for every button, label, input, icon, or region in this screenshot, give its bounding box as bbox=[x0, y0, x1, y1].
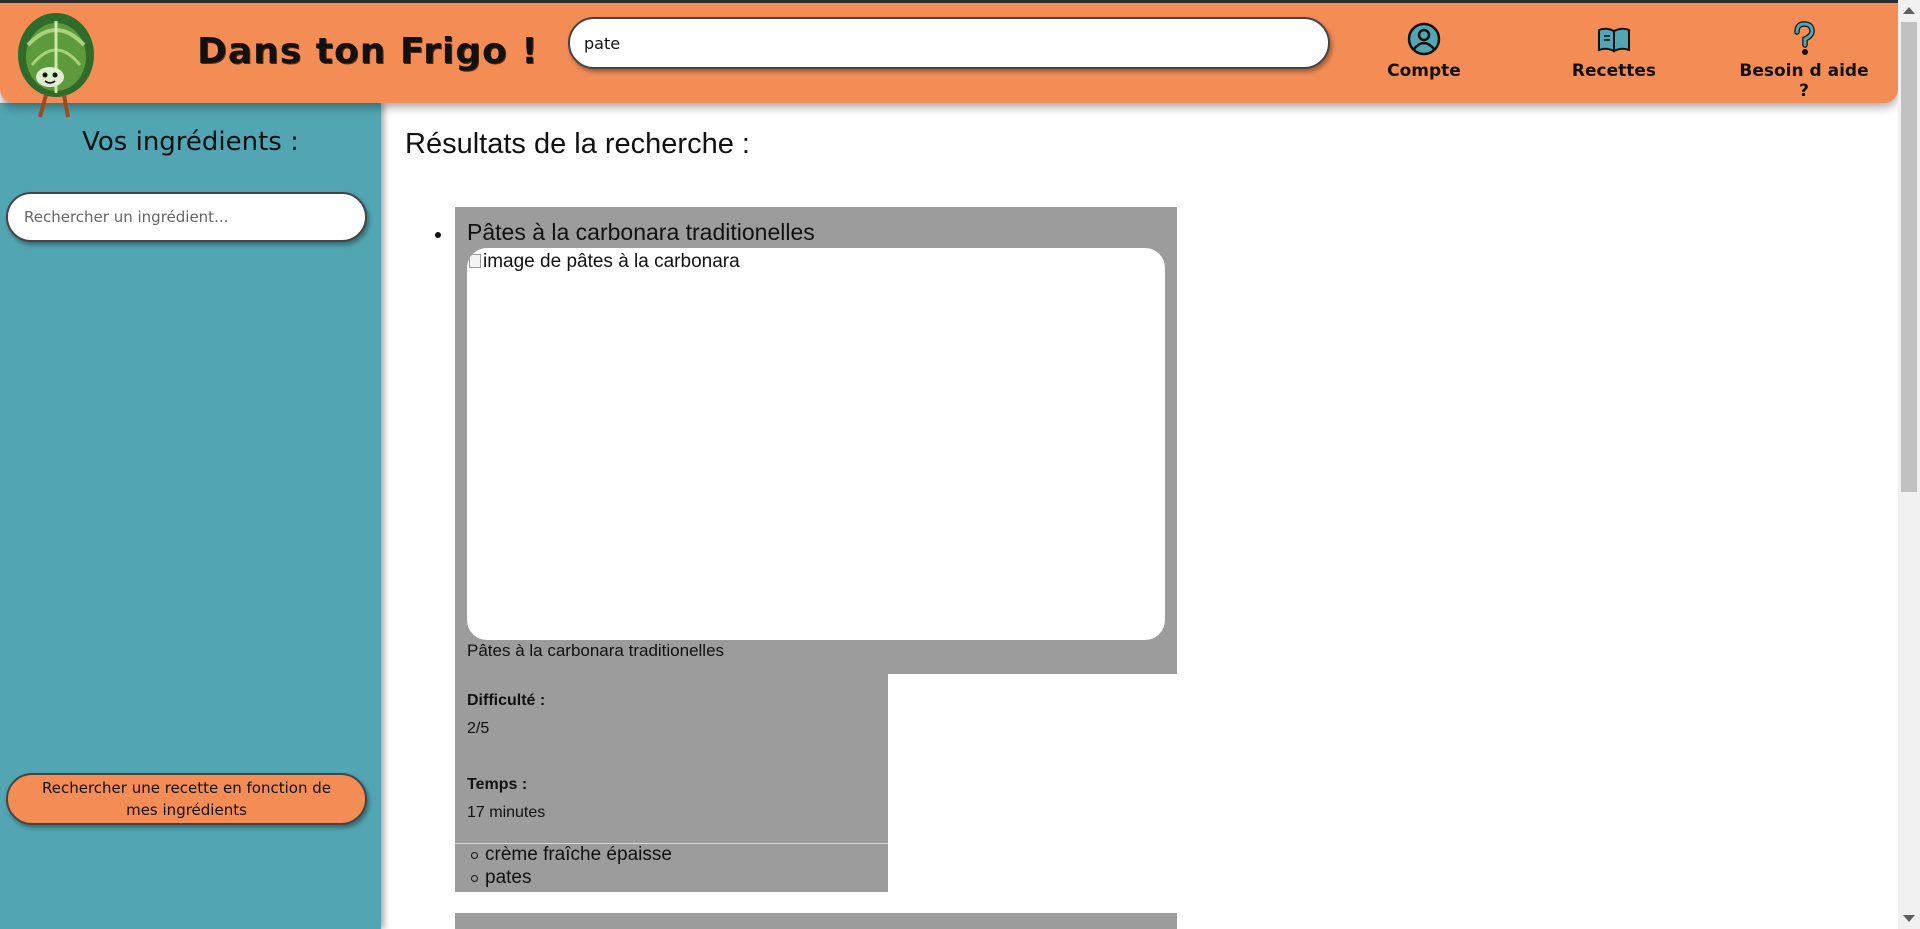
time-label: Temps : bbox=[467, 776, 528, 793]
nav-recipes-label: Recettes bbox=[1571, 61, 1657, 81]
results-area: Résultats de la recherche : Pâtes à la c… bbox=[381, 103, 1898, 929]
recipe-image[interactable]: image de pâtes à la carbonara bbox=[467, 248, 1165, 640]
nav-help[interactable]: Besoin d aide ? bbox=[1734, 21, 1874, 101]
user-icon bbox=[1407, 22, 1441, 56]
scroll-up-icon[interactable] bbox=[1903, 7, 1915, 14]
recipe-search-bar[interactable] bbox=[568, 17, 1330, 69]
list-item: pates bbox=[471, 867, 532, 889]
recipe-image-alt-text: image de pâtes à la carbonara bbox=[483, 251, 740, 272]
recipe-ingredients-list: crème fraîche épaisse pates bbox=[455, 844, 888, 892]
ingredient-search-box[interactable] bbox=[6, 192, 367, 242]
circle-bullet-icon bbox=[471, 875, 478, 882]
nav-account-label: Compte bbox=[1387, 61, 1461, 81]
scroll-down-icon[interactable] bbox=[1903, 915, 1915, 922]
sidebar-title: Vos ingrédients : bbox=[82, 127, 299, 157]
results-title: Résultats de la recherche : bbox=[405, 128, 750, 160]
list-item: crème fraîche épaisse bbox=[471, 844, 672, 866]
nav-recipes[interactable]: Recettes bbox=[1544, 21, 1684, 81]
list-bullet bbox=[435, 232, 441, 238]
recipe-card[interactable]: Pâtes à la carbonara traditionelles imag… bbox=[455, 207, 1177, 674]
cabbage-mascot-logo[interactable] bbox=[12, 5, 102, 125]
ingredient-search-input[interactable] bbox=[8, 194, 365, 240]
scroll-thumb[interactable] bbox=[1901, 22, 1917, 492]
ingredients-sidebar: Vos ingrédients : Rechercher une recette… bbox=[0, 103, 381, 929]
question-icon bbox=[1794, 21, 1815, 55]
book-icon bbox=[1598, 27, 1630, 53]
nav-account[interactable]: Compte bbox=[1354, 21, 1494, 81]
recipe-search-input[interactable] bbox=[570, 19, 1328, 67]
difficulty-label: Difficulté : bbox=[467, 692, 546, 709]
circle-bullet-icon bbox=[471, 852, 478, 859]
recipe-caption: Pâtes à la carbonara traditionelles bbox=[467, 641, 725, 660]
window-top-edge bbox=[0, 0, 1898, 3]
time-value: 17 minutes bbox=[467, 804, 546, 821]
site-header: Dans ton Frigo ! Compte Recettes Besoin … bbox=[0, 3, 1898, 118]
broken-image-icon bbox=[469, 254, 481, 268]
nav-help-label: Besoin d aide ? bbox=[1739, 61, 1869, 101]
site-title[interactable]: Dans ton Frigo ! bbox=[197, 31, 539, 72]
recipe-card-next[interactable] bbox=[455, 913, 1177, 929]
ingredient-name: pates bbox=[485, 867, 532, 888]
recipe-title[interactable]: Pâtes à la carbonara traditionelles bbox=[467, 219, 815, 246]
difficulty-value: 2/5 bbox=[467, 720, 490, 737]
search-by-ingredients-button[interactable]: Rechercher une recette en fonction de me… bbox=[6, 773, 367, 825]
page-scrollbar[interactable] bbox=[1898, 0, 1920, 929]
ingredient-name: crème fraîche épaisse bbox=[485, 844, 672, 865]
recipe-stats: Difficulté : 2/5 Temps : 17 minutes bbox=[455, 674, 888, 843]
